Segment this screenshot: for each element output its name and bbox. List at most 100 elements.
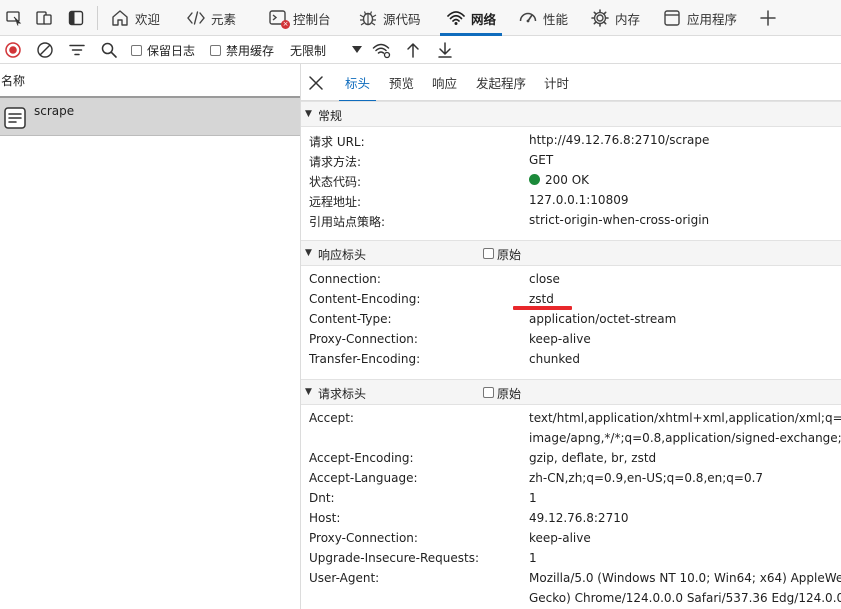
filter-icon: [69, 44, 85, 56]
collapse-triangle-icon: ▼: [305, 109, 312, 119]
response-headers-section-header[interactable]: ▼ 响应标头 原始: [301, 240, 841, 266]
filter-button[interactable]: [68, 40, 86, 60]
tab-response[interactable]: 响应: [432, 64, 457, 101]
request-url-value: http://49.12.76.8:2710/scrape: [529, 133, 710, 147]
section-title: 请求标头: [318, 387, 367, 401]
request-list-pane: 名称 scrape: [0, 64, 300, 609]
tab-headers[interactable]: 标头: [338, 64, 377, 102]
header-value: 1: [529, 551, 537, 565]
header-value: chunked: [529, 352, 580, 366]
content-encoding-value: zstd: [529, 292, 554, 306]
dock-side-icon[interactable]: [66, 8, 86, 28]
header-key: Content-Encoding:: [309, 292, 421, 306]
document-icon: [4, 107, 26, 129]
network-conditions-button[interactable]: [372, 40, 392, 60]
status-ok-dot-icon: [529, 174, 540, 185]
referrer-policy-value: strict-origin-when-cross-origin: [529, 213, 710, 227]
disable-cache-checkbox[interactable]: 禁用缓存: [210, 40, 274, 60]
inspect-element-icon[interactable]: [4, 8, 24, 28]
search-button[interactable]: [100, 40, 118, 60]
caret-down-icon: [352, 46, 362, 53]
code-brackets-icon: [187, 11, 205, 25]
tab-label: 源代码: [383, 11, 421, 27]
general-section-header[interactable]: ▼ 常规: [301, 101, 841, 127]
tab-application[interactable]: 应用程序: [662, 0, 737, 36]
user-agent-value-line-2: Gecko) Chrome/124.0.0.0 Safari/537.36 Ed…: [529, 591, 841, 605]
header-key: Host:: [309, 511, 341, 525]
tab-timing[interactable]: 计时: [544, 64, 569, 101]
tab-welcome[interactable]: 欢迎: [110, 0, 160, 36]
raw-label: 原始: [497, 387, 522, 401]
export-har-button[interactable]: [436, 40, 454, 60]
section-title: 常规: [318, 109, 343, 123]
tab-initiator[interactable]: 发起程序: [476, 64, 526, 101]
request-name: scrape: [34, 104, 75, 118]
tab-memory[interactable]: 内存: [590, 0, 640, 36]
header-key: Proxy-Connection:: [309, 531, 418, 545]
tab-label: 性能: [543, 11, 569, 27]
header-key: 请求方法:: [309, 155, 362, 169]
header-value: application/octet-stream: [529, 312, 677, 326]
header-key: Accept-Language:: [309, 471, 418, 485]
checkbox-box[interactable]: [210, 44, 221, 56]
tab-elements[interactable]: 元素: [186, 0, 236, 36]
accept-value-line-1: text/html,application/xhtml+xml,applicat…: [529, 411, 841, 425]
memory-gear-icon: [591, 9, 609, 27]
header-key: 状态代码:: [309, 175, 362, 189]
tab-label: 内存: [615, 11, 641, 27]
preserve-log-checkbox[interactable]: 保留日志: [131, 40, 195, 60]
collapse-triangle-icon: ▼: [305, 248, 312, 258]
devtools-tab-bar: 欢迎 元素 × 控制台 源代码 网络 性能 内存 应用程序: [0, 0, 841, 36]
clear-button[interactable]: [36, 40, 54, 60]
wifi-icon: [447, 11, 465, 25]
header-value: close: [529, 272, 560, 286]
add-tool-plus-icon[interactable]: [758, 8, 778, 28]
header-key: Upgrade-Insecure-Requests:: [309, 551, 480, 565]
network-toolbar: 保留日志 禁用缓存 无限制: [0, 36, 841, 64]
header-key: Accept:: [309, 411, 354, 425]
status-code-value: 200 OK: [529, 173, 589, 187]
remote-address-value: 127.0.0.1:10809: [529, 193, 629, 207]
upload-arrow-icon: [407, 43, 419, 58]
record-button[interactable]: [4, 40, 22, 60]
raw-checkbox[interactable]: [483, 387, 494, 398]
tab-label: 控制台: [293, 11, 331, 27]
raw-label: 原始: [497, 248, 522, 262]
wifi-settings-icon: [372, 43, 391, 59]
close-icon[interactable]: [309, 76, 323, 90]
checkbox-box[interactable]: [131, 44, 142, 56]
request-details-pane: 标头 预览 响应 发起程序 计时 ▼ 常规 请求 URL: http://49.…: [301, 64, 841, 609]
import-har-button[interactable]: [404, 40, 422, 60]
header-key: Content-Type:: [309, 312, 392, 326]
status-code-text: 200 OK: [545, 173, 590, 187]
tab-label: 网络: [471, 11, 497, 27]
header-key: 远程地址:: [309, 195, 362, 209]
request-headers-section-header[interactable]: ▼ 请求标头 原始: [301, 379, 841, 405]
console-icon: ×: [268, 8, 290, 29]
header-key: 请求 URL:: [309, 135, 365, 149]
header-value: gzip, deflate, br, zstd: [529, 451, 657, 465]
header-value: keep-alive: [529, 332, 591, 346]
performance-icon: [519, 12, 537, 23]
accept-value-line-2: image/apng,*/*;q=0.8,application/signed-…: [529, 431, 841, 445]
tab-sources[interactable]: 源代码: [358, 0, 421, 36]
collapse-triangle-icon: ▼: [305, 387, 312, 397]
device-emulation-icon[interactable]: [34, 8, 54, 28]
tab-console[interactable]: × 控制台: [268, 0, 331, 36]
user-agent-value-line-1: Mozilla/5.0 (Windows NT 10.0; Win64; x64…: [529, 571, 841, 585]
header-value: 1: [529, 491, 537, 505]
header-key: Transfer-Encoding:: [309, 352, 421, 366]
section-title: 响应标头: [318, 248, 367, 262]
name-column-header[interactable]: 名称: [0, 64, 300, 96]
bug-icon: [359, 11, 377, 26]
header-key: User-Agent:: [309, 571, 380, 585]
tab-network[interactable]: 网络: [439, 0, 503, 36]
tab-label: 欢迎: [135, 11, 161, 27]
tab-performance[interactable]: 性能: [518, 0, 568, 36]
tab-preview[interactable]: 预览: [389, 64, 414, 101]
raw-checkbox[interactable]: [483, 248, 494, 259]
throttling-select[interactable]: 无限制: [290, 40, 362, 60]
preserve-log-label: 保留日志: [147, 43, 196, 58]
request-row[interactable]: scrape: [0, 96, 300, 136]
header-key: 引用站点策略:: [309, 215, 386, 229]
